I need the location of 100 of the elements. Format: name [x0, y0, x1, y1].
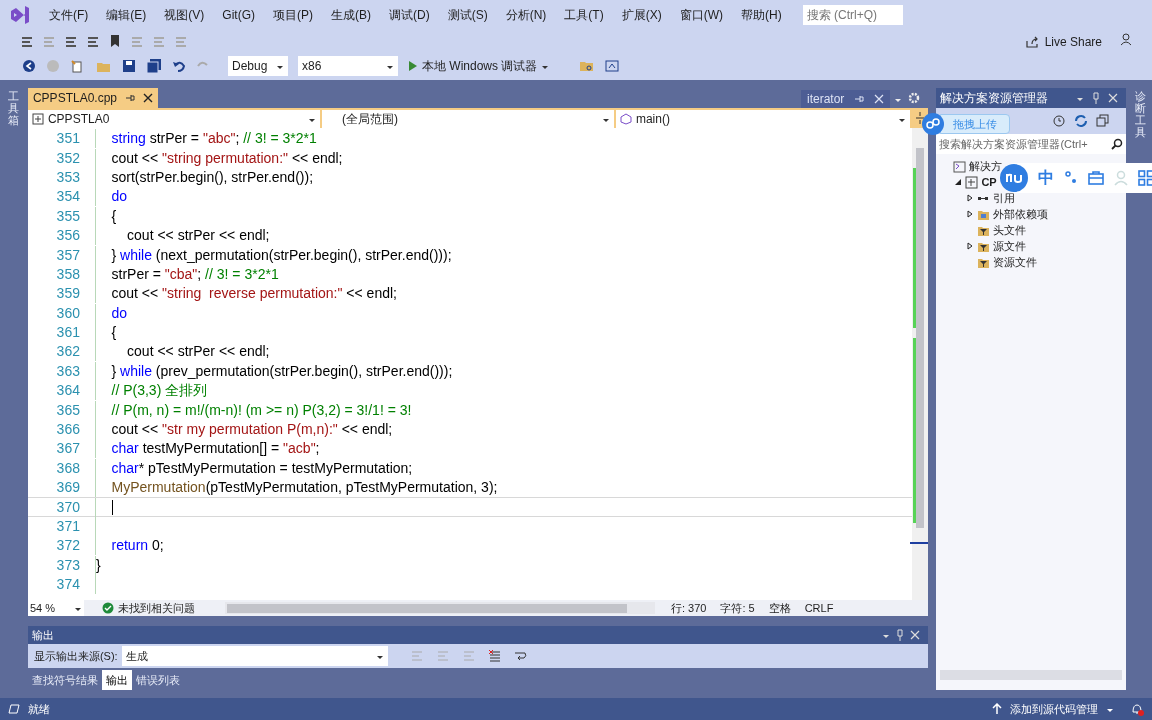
cloud-icon	[922, 113, 944, 135]
line-number: 360	[55, 303, 80, 323]
diagnostics-side-tab[interactable]: 诊断工具	[1134, 90, 1146, 139]
close-icon[interactable]	[143, 93, 153, 103]
grid-icon[interactable]	[1138, 170, 1152, 186]
status-text: 就绪	[28, 701, 51, 717]
menu-item[interactable]: 项目(P)	[266, 6, 320, 24]
menu-item[interactable]: 测试(S)	[440, 6, 495, 24]
output-tab[interactable]: 错误列表	[131, 670, 184, 690]
feedback-icon[interactable]	[1120, 32, 1134, 46]
menu-item[interactable]: Git(G)	[215, 6, 262, 24]
save-icon[interactable]	[122, 59, 136, 73]
caret-icon	[73, 605, 82, 611]
punctuation-icon[interactable]	[1064, 170, 1078, 186]
editor-status-item: CRLF	[804, 600, 834, 616]
pin-icon[interactable]	[125, 93, 135, 103]
horizontal-scrollbar[interactable]	[940, 670, 1123, 680]
configuration-dropdown[interactable]: Debug	[228, 56, 288, 76]
scope-dropdown[interactable]: (全局范围)	[321, 110, 614, 128]
code-line: cout << strPer << endl;	[126, 226, 270, 246]
project-dropdown[interactable]: CPPSTLA0	[27, 110, 320, 128]
collapsed-arrow-icon[interactable]	[966, 242, 975, 250]
tree-item[interactable]: CP	[981, 173, 997, 191]
line-number: 369	[55, 478, 80, 498]
play-icon	[408, 60, 418, 72]
file-tab[interactable]: CPPSTLA0.cpp	[27, 88, 158, 108]
pin-icon[interactable]	[896, 629, 905, 641]
menu-item[interactable]: 生成(B)	[324, 6, 378, 24]
line-number: 362	[55, 342, 80, 362]
collapse-icon[interactable]	[1096, 114, 1111, 128]
uncomment-icon[interactable]	[86, 34, 100, 48]
search-field[interactable]: 搜索 (Ctrl+Q)	[802, 5, 903, 25]
gear-icon[interactable]	[908, 92, 921, 104]
output-tab[interactable]: 输出	[101, 670, 132, 690]
undo-icon[interactable]	[172, 59, 186, 73]
caret-icon	[541, 63, 550, 69]
horizontal-scrollbar[interactable]	[224, 602, 655, 614]
split-icon[interactable]	[914, 110, 927, 126]
caret-icon[interactable]	[882, 632, 891, 638]
find-in-files-icon[interactable]	[579, 59, 596, 73]
member-dropdown[interactable]: main()	[615, 110, 911, 128]
vertical-scrollbar[interactable]	[912, 128, 929, 600]
caret-icon[interactable]	[1106, 706, 1114, 712]
line-number: 352	[55, 148, 80, 168]
bell-icon[interactable]	[1130, 702, 1144, 716]
pin-icon[interactable]	[1092, 92, 1101, 104]
code-line: cout << strPer << endl;	[126, 342, 270, 362]
clear-all-icon[interactable]	[487, 650, 502, 662]
code-line: {	[110, 323, 117, 343]
output-source-dropdown[interactable]: 生成	[121, 646, 388, 666]
refresh-icon[interactable]	[1074, 114, 1089, 128]
save-all-icon[interactable]	[146, 59, 162, 73]
caret-icon[interactable]	[894, 96, 903, 102]
menu-item[interactable]: 编辑(E)	[99, 6, 154, 24]
caret-icon[interactable]	[1076, 95, 1085, 101]
input-mode-toggle[interactable]: 中	[1038, 166, 1054, 190]
toolbox-side-tab[interactable]: 工具箱	[8, 90, 20, 127]
tree-item[interactable]: 引用	[993, 189, 1016, 207]
window-icon[interactable]	[605, 59, 620, 73]
project-icon	[965, 175, 979, 189]
output-tab[interactable]: 查找符号结果	[27, 670, 102, 690]
menu-item[interactable]: 调试(D)	[382, 6, 437, 24]
history-icon[interactable]	[1052, 114, 1067, 128]
indent-icon[interactable]	[20, 34, 34, 48]
run-debugger-button[interactable]: 本地 Windows 调试器	[422, 57, 538, 75]
tree-item[interactable]: 源文件	[993, 237, 1027, 255]
code-line: MyPermutation(pTestMyPermutation, pTestMyPermutation, 3);	[110, 478, 498, 498]
collapsed-arrow-icon[interactable]	[966, 210, 975, 218]
menu-item[interactable]: 工具(T)	[557, 6, 611, 24]
live-share-button[interactable]: Live Share	[1044, 33, 1102, 51]
code-line: // P(m, n) = m!/(m-n)! (m >= n) P(3,2) = 3!/1! = 3!	[110, 400, 412, 420]
word-wrap-icon[interactable]	[513, 650, 528, 662]
tree-item[interactable]: 资源文件	[993, 253, 1038, 271]
menu-item[interactable]: 扩展(X)	[614, 6, 669, 24]
collapsed-arrow-icon[interactable]	[966, 194, 975, 202]
source-control-button[interactable]: 添加到源代码管理	[1010, 700, 1098, 718]
line-number: 361	[55, 323, 80, 343]
share-icon	[1024, 35, 1039, 49]
expanded-arrow-icon[interactable]	[954, 178, 963, 186]
caret-icon	[601, 116, 610, 122]
menu-item[interactable]: 文件(F)	[42, 6, 96, 24]
tree-item[interactable]: 头文件	[993, 221, 1027, 239]
issues-status[interactable]: 未找到相关问题	[117, 599, 195, 617]
menu-item[interactable]: 分析(N)	[498, 6, 554, 24]
tree-item[interactable]: 外部依赖项	[993, 205, 1049, 223]
back-icon[interactable]	[22, 59, 36, 73]
app-logo-icon	[8, 4, 30, 26]
function-icon	[619, 113, 632, 125]
menu-item[interactable]: 帮助(H)	[734, 6, 789, 24]
solution-search-field[interactable]: 搜索解决方案资源管理器(Ctrl+	[936, 134, 1127, 154]
menu-item[interactable]: 窗口(W)	[672, 6, 730, 24]
bookmark-icon[interactable]	[108, 34, 122, 48]
comment-icon[interactable]	[64, 34, 78, 48]
input-logo-icon[interactable]	[1000, 164, 1028, 192]
tree-item[interactable]: 解决方	[969, 157, 1003, 175]
zoom-dropdown[interactable]: 54 %	[27, 600, 84, 616]
line-number: 374	[55, 575, 80, 595]
menu-item[interactable]: 视图(V)	[157, 6, 212, 24]
platform-dropdown[interactable]: x86	[298, 56, 398, 76]
toolbox-icon[interactable]	[1088, 170, 1104, 186]
